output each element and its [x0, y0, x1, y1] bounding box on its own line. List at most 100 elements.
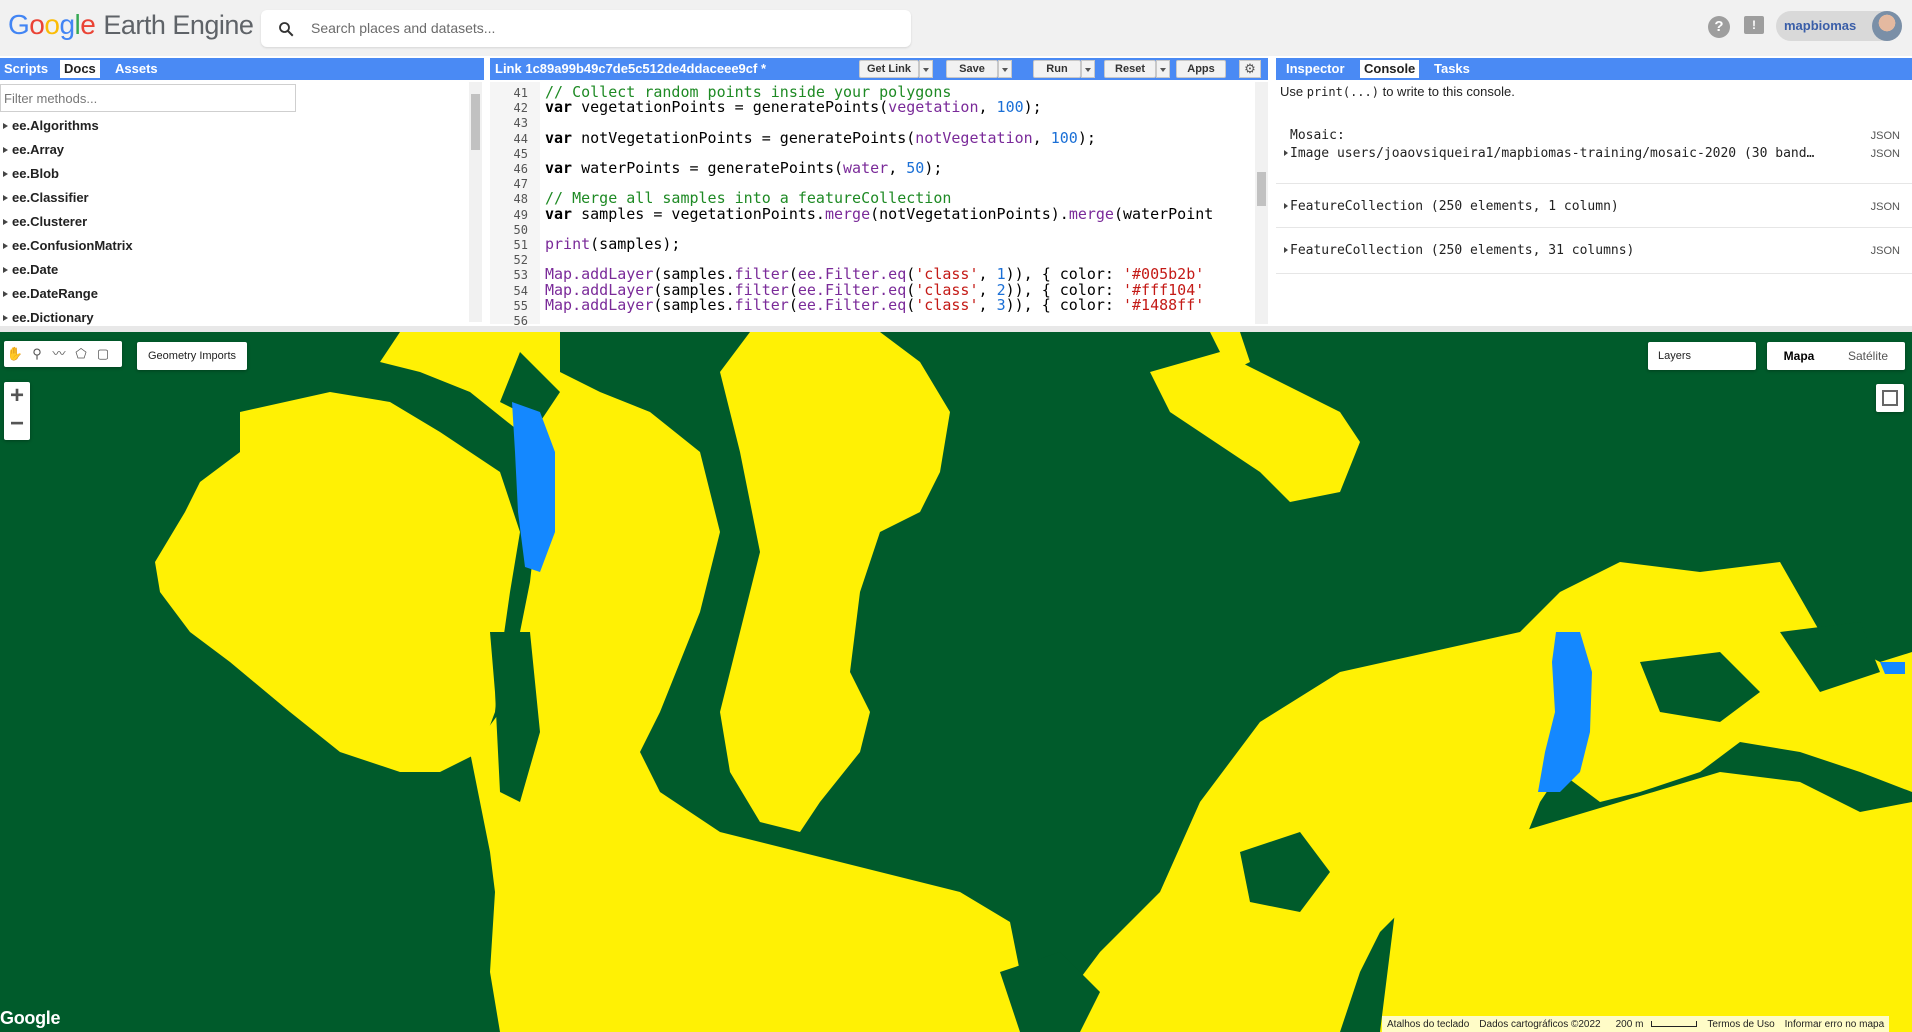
line-number: 49 [513, 207, 528, 222]
app-logo[interactable]: Google Earth Engine [8, 9, 254, 49]
line-number: 53 [513, 268, 528, 283]
tab-assets[interactable]: Assets [111, 60, 162, 78]
scrollbar-thumb[interactable] [1257, 172, 1266, 206]
doc-item[interactable]: ee.Date [0, 258, 470, 282]
help-icon[interactable]: ? [1708, 16, 1730, 38]
doc-item[interactable]: ee.Algorithms [0, 114, 470, 138]
code-line[interactable]: var vegetationPoints = generatePoints(ve… [545, 98, 1042, 116]
app-root: Google Earth Engine ? ! mapbiomas Script… [0, 0, 1912, 1032]
line-number: 45 [513, 146, 528, 161]
non-vegetation-area [155, 392, 520, 772]
editor-toolbar: Link 1c89a99b49c7de5c512de4ddaceee9cf * … [490, 58, 1268, 80]
code-token: merge [1068, 204, 1114, 223]
code-token: Map.addLayer [545, 295, 654, 314]
run-button[interactable]: Run [1033, 60, 1081, 78]
rectangle-icon[interactable]: ▢ [94, 345, 112, 363]
filter-methods-input[interactable] [0, 84, 296, 112]
line-number: 44 [513, 131, 528, 146]
code-line[interactable]: print(samples); [545, 235, 680, 253]
code-line[interactable]: Map.addLayer(samples.filter(ee.Filter.eq… [545, 296, 1204, 314]
console-fc-row[interactable]: FeatureCollection (250 elements, 1 colum… [1290, 199, 1619, 214]
json-link[interactable]: JSON [1871, 148, 1900, 160]
doc-item[interactable]: ee.DateRange [0, 282, 470, 306]
user-name: mapbiomas [1784, 18, 1857, 33]
tab-inspector[interactable]: Inspector [1282, 60, 1349, 78]
logo-google: Google [8, 9, 96, 40]
tab-docs[interactable]: Docs [60, 60, 100, 78]
terms-link[interactable]: Termos de Uso [1702, 1019, 1779, 1030]
left-panel: Scripts Docs Assets ee.Algorithms ee.Arr… [0, 58, 484, 326]
report-error-link[interactable]: Informar erro no mapa [1780, 1019, 1890, 1030]
apps-button[interactable]: Apps [1176, 60, 1226, 78]
console-image-row[interactable]: Image users/joaovsiqueira1/mapbiomas-tra… [1290, 146, 1814, 161]
polygon-icon[interactable]: ⬠ [72, 345, 90, 363]
json-link[interactable]: JSON [1871, 245, 1900, 257]
user-account-button[interactable]: mapbiomas [1776, 11, 1902, 41]
get-link-dropdown[interactable] [919, 60, 933, 78]
doc-item[interactable]: ee.Blob [0, 162, 470, 186]
map-type-mapa[interactable]: Mapa [1767, 342, 1831, 370]
line-icon[interactable]: 〰 [50, 345, 68, 363]
code-token: )), { color: [1005, 295, 1123, 314]
marker-icon[interactable]: ⚲ [28, 345, 46, 363]
json-link[interactable]: JSON [1871, 130, 1900, 142]
code-token: 'class' [915, 295, 979, 314]
reset-button[interactable]: Reset [1104, 60, 1156, 78]
code-line[interactable]: var waterPoints = generatePoints(water, … [545, 159, 942, 177]
expand-arrow-icon[interactable] [1284, 203, 1288, 209]
non-vegetation-area [1150, 352, 1360, 502]
run-dropdown[interactable] [1081, 60, 1095, 78]
feedback-icon[interactable]: ! [1744, 16, 1764, 34]
gear-icon[interactable]: ⚙ [1239, 60, 1261, 78]
console-hint: Use print(...) to write to this console. [1280, 84, 1515, 99]
classification-layer [155, 332, 1912, 1032]
hand-icon[interactable]: ✋ [6, 345, 24, 363]
zoom-control: + − [4, 382, 30, 440]
zoom-in-icon[interactable]: + [4, 382, 30, 410]
layers-button[interactable]: Layers [1648, 342, 1756, 370]
code-area[interactable]: // Collect random points inside your pol… [545, 82, 1255, 324]
script-title[interactable]: Link 1c89a99b49c7de5c512de4ddaceee9cf * [495, 60, 766, 78]
code-line[interactable]: var notVegetationPoints = generatePoints… [545, 129, 1096, 147]
line-number: 52 [513, 253, 528, 268]
docs-list: ee.Algorithms ee.Array ee.Blob ee.Classi… [0, 114, 470, 330]
doc-item[interactable]: ee.Clusterer [0, 210, 470, 234]
line-number: 54 [513, 283, 528, 298]
code-token: var [545, 128, 573, 147]
search-input[interactable] [311, 17, 891, 39]
code-token: ); [1023, 98, 1042, 117]
scrollbar-thumb[interactable] [471, 94, 480, 150]
code-token: , [978, 295, 997, 314]
search-box[interactable] [261, 10, 911, 47]
code-token: 100 [996, 98, 1024, 117]
tab-scripts[interactable]: Scripts [0, 60, 52, 78]
keyboard-shortcuts-link[interactable]: Atalhos do teclado [1382, 1019, 1474, 1030]
expand-arrow-icon[interactable] [1284, 150, 1288, 156]
code-token: var [545, 159, 573, 177]
doc-item[interactable]: ee.Array [0, 138, 470, 162]
geometry-imports-button[interactable]: Geometry Imports [137, 342, 247, 370]
zoom-out-icon[interactable]: − [4, 410, 30, 438]
console-fc-row[interactable]: FeatureCollection (250 elements, 31 colu… [1290, 243, 1634, 258]
code-token: , [978, 98, 997, 117]
fullscreen-button[interactable] [1876, 384, 1904, 412]
code-token: water [843, 159, 889, 177]
json-link[interactable]: JSON [1871, 201, 1900, 213]
get-link-button[interactable]: Get Link [859, 60, 919, 78]
tab-tasks[interactable]: Tasks [1430, 60, 1474, 78]
save-button[interactable]: Save [946, 60, 998, 78]
code-token: samples = vegetationPoints. [572, 204, 825, 223]
map-type-satelite[interactable]: Satélite [1831, 342, 1905, 370]
code-line[interactable]: var samples = vegetationPoints.merge(not… [545, 205, 1213, 223]
code-token: print [545, 235, 591, 253]
expand-arrow-icon[interactable] [1284, 247, 1288, 253]
tab-console[interactable]: Console [1360, 60, 1420, 78]
docs-scrollbar[interactable] [469, 82, 482, 322]
save-dropdown[interactable] [998, 60, 1012, 78]
code-token: filter [734, 295, 789, 314]
editor-scrollbar[interactable] [1255, 82, 1268, 324]
reset-dropdown[interactable] [1156, 60, 1170, 78]
doc-item[interactable]: ee.ConfusionMatrix [0, 234, 470, 258]
map-canvas[interactable]: ✋ ⚲ 〰 ⬠ ▢ Geometry Imports + − Layers Ma… [0, 332, 1912, 1032]
doc-item[interactable]: ee.Classifier [0, 186, 470, 210]
